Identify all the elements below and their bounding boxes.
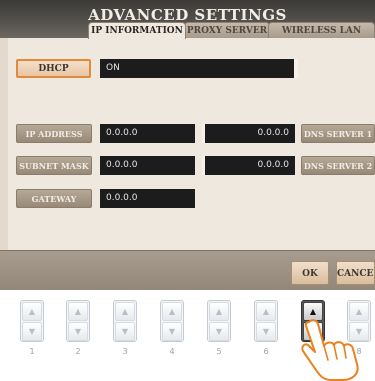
panel-button-number: 4	[169, 347, 175, 356]
panel-button-6: ▲ ▼	[254, 300, 278, 342]
ip-address-field[interactable]: 0.0.0.0	[100, 124, 195, 143]
panel-button-number: 5	[216, 347, 222, 356]
down-arrow-icon[interactable]: ▼	[68, 322, 88, 341]
tab-wireless-lan[interactable]: WIRELESS LAN	[268, 22, 375, 38]
up-arrow-icon[interactable]: ▲	[115, 302, 135, 321]
up-arrow-icon[interactable]: ▲	[209, 302, 229, 321]
dhcp-value-field[interactable]: ON	[100, 59, 298, 78]
dns-server-1-button[interactable]: DNS SERVER 1	[301, 124, 375, 143]
gateway-field[interactable]: 0.0.0.0	[100, 189, 195, 208]
subnet-mask-button[interactable]: SUBNET MASK	[16, 156, 92, 175]
gateway-button[interactable]: GATEWAY	[16, 189, 92, 208]
dns-server-2-field[interactable]: 0.0.0.0	[202, 156, 295, 175]
pointing-hand-icon	[301, 319, 359, 381]
panel-button-4: ▲ ▼	[160, 300, 184, 342]
down-arrow-icon[interactable]: ▼	[256, 322, 276, 341]
down-arrow-icon[interactable]: ▼	[162, 322, 182, 341]
subnet-mask-field[interactable]: 0.0.0.0	[100, 156, 195, 175]
up-arrow-icon[interactable]: ▲	[162, 302, 182, 321]
tab-ip-information[interactable]: IP INFORMATION	[88, 22, 186, 39]
panel-button-number: 3	[122, 347, 128, 356]
dns-server-1-field[interactable]: 0.0.0.0	[202, 124, 295, 143]
down-arrow-icon[interactable]: ▼	[22, 322, 42, 341]
panel-button-number: 2	[75, 347, 81, 356]
panel-button-2: ▲ ▼	[66, 300, 90, 342]
lcd-screen: ADVANCED SETTINGS IP INFORMATION PROXY S…	[0, 0, 375, 290]
dns-server-2-button[interactable]: DNS SERVER 2	[301, 156, 375, 175]
panel-button-1: ▲ ▼	[20, 300, 44, 342]
dhcp-button[interactable]: DHCP	[16, 59, 91, 78]
ip-address-button[interactable]: IP ADDRESS	[16, 124, 92, 143]
up-arrow-icon[interactable]: ▲	[256, 302, 276, 321]
up-arrow-icon[interactable]: ▲	[22, 302, 42, 321]
cancel-button[interactable]: CANCEL	[336, 261, 375, 285]
panel-button-5: ▲ ▼	[207, 300, 231, 342]
down-arrow-icon[interactable]: ▼	[115, 322, 135, 341]
panel-button-number: 1	[29, 347, 35, 356]
up-arrow-icon[interactable]: ▲	[68, 302, 88, 321]
tab-proxy-server[interactable]: PROXY SERVER	[184, 22, 270, 38]
panel-button-number: 6	[263, 347, 269, 356]
down-arrow-icon[interactable]: ▼	[209, 322, 229, 341]
ok-button[interactable]: OK	[291, 261, 329, 285]
panel-button-3: ▲ ▼	[113, 300, 137, 342]
